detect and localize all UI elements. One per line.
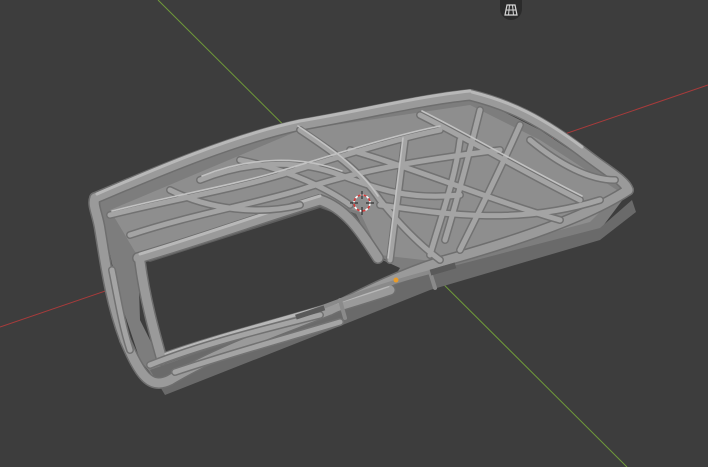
organic-frame-mesh[interactable] [88,89,636,395]
grid-perspective-icon [504,4,518,16]
3d-viewport[interactable] [0,0,708,467]
viewport-scene[interactable] [0,0,708,467]
object-origin-point[interactable] [393,277,399,283]
